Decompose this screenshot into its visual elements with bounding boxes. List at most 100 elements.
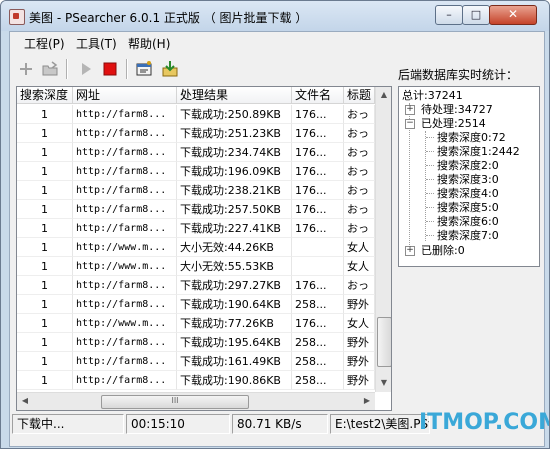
column-header-result[interactable]: 处理结果 <box>177 87 292 104</box>
tree-node-depth[interactable]: 搜索深度0:72 <box>437 131 506 144</box>
export-icon[interactable] <box>160 59 180 79</box>
cell-title: 野外 <box>344 295 375 314</box>
tree-line <box>426 137 434 138</box>
cell-result: 大小无效:44.26KB <box>177 238 292 257</box>
column-header-filename[interactable]: 文件名 <box>292 87 344 104</box>
minimize-button[interactable]: – <box>435 5 463 25</box>
cell-filename: 176... <box>292 124 344 143</box>
add-icon[interactable] <box>16 59 36 79</box>
table-row[interactable]: 1 http://farm8... 下载成功:196.09KB 176... おっ <box>17 162 375 181</box>
tree-node-depth[interactable]: 搜索深度6:0 <box>437 215 499 228</box>
menu-help[interactable]: 帮助(H) <box>128 35 170 52</box>
table-row[interactable]: 1 http://www.m... 下载成功:77.26KB 176... 女人 <box>17 314 375 333</box>
tree-line <box>426 151 434 152</box>
settings-icon[interactable] <box>134 59 154 79</box>
cell-url: http://www.m... <box>73 238 177 257</box>
menu-bar: 工程(P) 工具(T) 帮助(H) <box>10 32 544 52</box>
table-row[interactable]: 1 http://farm8... 下载成功:238.21KB 176... おっ <box>17 181 375 200</box>
cell-depth: 1 <box>17 352 73 371</box>
vertical-scrollbar[interactable]: ▲ ▼ <box>375 87 391 392</box>
toolbar-separator <box>66 59 68 79</box>
cell-depth: 1 <box>17 314 73 333</box>
cell-result: 下载成功:161.49KB <box>177 352 292 371</box>
tree-line <box>426 165 434 166</box>
cell-filename: 176... <box>292 314 344 333</box>
table-row[interactable]: 1 http://farm8... 下载成功:227.41KB 176... おっ <box>17 219 375 238</box>
tree-node-depth[interactable]: 搜索深度1:2442 <box>437 145 520 158</box>
tree-node-depth[interactable]: 搜索深度2:0 <box>437 159 499 172</box>
table-row[interactable]: 1 http://www.m... 大小无效:55.53KB 女人 <box>17 257 375 276</box>
table-row[interactable]: 1 http://farm8... 下载成功:190.64KB 258... 野外 <box>17 295 375 314</box>
cell-result: 下载成功:77.26KB <box>177 314 292 333</box>
tree-node-depth[interactable]: 搜索深度7:0 <box>437 229 499 242</box>
column-header-title[interactable]: 标题 <box>344 87 375 104</box>
tree-node-depth[interactable]: 搜索深度3:0 <box>437 173 499 186</box>
tree-node-total[interactable]: 总计:37241 <box>402 89 463 102</box>
scroll-up-icon[interactable]: ▲ <box>376 87 391 103</box>
cell-filename: 176... <box>292 219 344 238</box>
close-button[interactable]: ✕ <box>489 5 537 25</box>
scroll-left-icon[interactable]: ◀ <box>17 393 33 409</box>
open-folder-icon[interactable] <box>40 59 60 79</box>
stats-label: 后端数据库实时统计： <box>398 68 519 82</box>
status-speed: 80.71 KB/s <box>232 414 328 434</box>
table-row[interactable]: 1 http://farm8... 下载成功:234.74KB 176... おっ <box>17 143 375 162</box>
table-row[interactable]: 1 http://farm8... 下载成功:250.89KB 176... おっ <box>17 105 375 124</box>
tree-node-deleted[interactable]: 已删除:0 <box>421 244 465 257</box>
expand-icon[interactable]: + <box>405 105 415 115</box>
cell-title: 野外 <box>344 333 375 352</box>
column-header-depth[interactable]: 搜索深度 <box>17 87 73 104</box>
table-row[interactable]: 1 http://farm8... 下载成功:161.49KB 258... 野外 <box>17 352 375 371</box>
cell-filename: 258... <box>292 295 344 314</box>
table-row[interactable]: 1 http://farm8... 下载成功:190.86KB 258... 野外 <box>17 371 375 390</box>
table-row[interactable]: 1 http://farm8... 下载成功:251.23KB 176... おっ <box>17 124 375 143</box>
cell-url: http://farm8... <box>73 295 177 314</box>
tree-line <box>426 179 434 180</box>
cell-url: http://www.m... <box>73 257 177 276</box>
tree-node-processed[interactable]: 已处理:2514 <box>421 117 486 130</box>
tree-node-depth[interactable]: 搜索深度4:0 <box>437 187 499 200</box>
cell-url: http://farm8... <box>73 219 177 238</box>
tree-node-pending[interactable]: 待处理:34727 <box>421 103 493 116</box>
cell-result: 下载成功:190.86KB <box>177 371 292 390</box>
status-elapsed: 00:15:10 <box>126 414 230 434</box>
cell-depth: 1 <box>17 276 73 295</box>
collapse-icon[interactable]: − <box>405 119 415 129</box>
cell-depth: 1 <box>17 181 73 200</box>
table-row[interactable]: 1 http://www.m... 大小无效:44.26KB 女人 <box>17 238 375 257</box>
menu-tools[interactable]: 工具(T) <box>76 35 117 52</box>
horizontal-scrollbar[interactable]: ◀ III ▶ <box>17 392 375 410</box>
cell-title: おっ <box>344 105 375 124</box>
play-icon[interactable] <box>76 59 96 79</box>
cell-depth: 1 <box>17 219 73 238</box>
hscroll-thumb[interactable]: III <box>101 395 249 409</box>
cell-title: おっ <box>344 200 375 219</box>
cell-result: 下载成功:190.64KB <box>177 295 292 314</box>
tree-node-depth[interactable]: 搜索深度5:0 <box>437 201 499 214</box>
maximize-button[interactable]: □ <box>462 5 490 25</box>
cell-depth: 1 <box>17 105 73 124</box>
scroll-thumb[interactable] <box>377 317 391 367</box>
column-header-url[interactable]: 网址 <box>73 87 177 104</box>
cell-url: http://farm8... <box>73 143 177 162</box>
cell-title: おっ <box>344 181 375 200</box>
cell-title: おっ <box>344 162 375 181</box>
scroll-down-icon[interactable]: ▼ <box>376 375 391 391</box>
scroll-right-icon[interactable]: ▶ <box>359 393 375 409</box>
table-row[interactable]: 1 http://farm8... 下载成功:257.50KB 176... おっ <box>17 200 375 219</box>
title-bar[interactable]: 美图 - PSearcher 6.0.1 正式版 （ 图片批量下载 ） – □ … <box>1 1 549 31</box>
cell-url: http://farm8... <box>73 352 177 371</box>
cell-url: http://farm8... <box>73 105 177 124</box>
app-window: 美图 - PSearcher 6.0.1 正式版 （ 图片批量下载 ） – □ … <box>0 0 550 449</box>
stop-icon[interactable] <box>100 59 120 79</box>
cell-title: おっ <box>344 124 375 143</box>
cell-filename: 176... <box>292 143 344 162</box>
cell-filename: 176... <box>292 162 344 181</box>
cell-url: http://farm8... <box>73 124 177 143</box>
menu-project[interactable]: 工程(P) <box>24 35 65 52</box>
window-title: 美图 - PSearcher 6.0.1 正式版 （ 图片批量下载 ） <box>29 11 308 25</box>
table-row[interactable]: 1 http://farm8... 下载成功:297.27KB 176... おっ <box>17 276 375 295</box>
table-row[interactable]: 1 http://farm8... 下载成功:195.64KB 258... 野外 <box>17 333 375 352</box>
cell-result: 下载成功:297.27KB <box>177 276 292 295</box>
expand-icon[interactable]: + <box>405 246 415 256</box>
